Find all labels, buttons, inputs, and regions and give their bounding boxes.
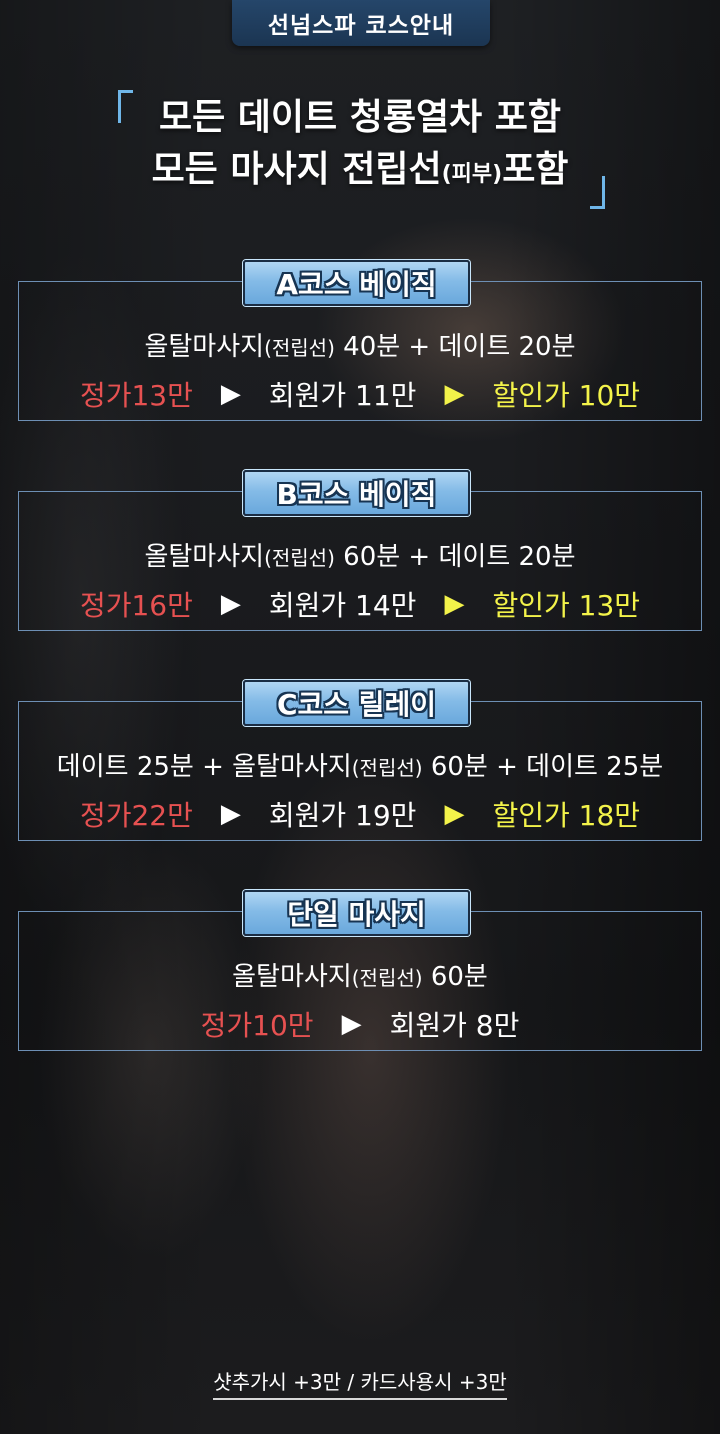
price-row-c: 정가22만 ▶ 회원가 19만 ▶ 할인가 18만 <box>0 794 720 834</box>
member-price: 회원가 8만 <box>389 1009 520 1042</box>
desc-main: 올탈마사지 <box>144 542 265 572</box>
arrow-right-icon: ▶ <box>341 1009 362 1039</box>
regular-price: 정가10만 <box>200 1009 314 1042</box>
discount-price: 할인가 18만 <box>492 799 641 832</box>
arrow-right-icon: ▶ <box>444 589 465 619</box>
course-badge-a: A코스 베이직 <box>243 260 470 306</box>
arrow-right-icon: ▶ <box>220 379 241 409</box>
course-badge-c: C코스 릴레이 <box>243 680 470 726</box>
member-price: 회원가 14만 <box>268 589 417 622</box>
desc-main: 올탈마사지 <box>144 332 265 362</box>
arrow-right-icon: ▶ <box>444 799 465 829</box>
member-price: 회원가 11만 <box>268 379 417 412</box>
price-row-single: 정가10만 ▶ 회원가 8만 <box>0 1004 720 1044</box>
regular-price: 정가13만 <box>79 379 193 412</box>
course-badge-label: A코스 베이직 <box>276 268 437 301</box>
arrow-right-icon: ▶ <box>220 799 241 829</box>
footer-note: 샷추가시 +3만 / 카드사용시 +3만 <box>0 1366 720 1400</box>
price-row-b: 정가16만 ▶ 회원가 14만 ▶ 할인가 13만 <box>0 584 720 624</box>
extra-charge-note: 샷추가시 +3만 / 카드사용시 +3만 <box>213 1370 507 1400</box>
course-badge-single: 단일 마사지 <box>243 890 470 936</box>
headline-line-2-end: 포함 <box>502 149 569 190</box>
headline: 모든 데이트 청룡열차 포함 모든 마사지 전립선(피부)포함 <box>0 92 720 201</box>
course-badge-label: C코스 릴레이 <box>276 688 437 721</box>
desc-tail: 60분 + 데이트 25분 <box>422 752 664 782</box>
headline-line-2: 모든 마사지 전립선(피부)포함 <box>0 144 720 201</box>
course-description-c: 데이트 25분 + 올탈마사지(전립선) 60분 + 데이트 25분 <box>0 746 720 783</box>
headline-line-2-small: (피부) <box>441 162 503 187</box>
course-badge-label: 단일 마사지 <box>287 898 426 931</box>
desc-paren: (전립선) <box>264 546 335 570</box>
course-description-a: 올탈마사지(전립선) 40분 + 데이트 20분 <box>0 326 720 363</box>
course-badge-label: B코스 베이직 <box>276 478 437 511</box>
headline-line-1: 모든 데이트 청룡열차 포함 <box>159 97 561 138</box>
desc-paren: (전립선) <box>264 336 335 360</box>
headline-line-2-main: 모든 마사지 전립선 <box>151 149 442 190</box>
desc-paren: (전립선) <box>351 756 423 780</box>
desc-head: 데이트 25분 + 올탈마사지 <box>56 752 352 782</box>
discount-price: 할인가 10만 <box>492 379 641 412</box>
course-guide-tab: 선넘스파 코스안내 <box>232 0 490 46</box>
course-badge-b: B코스 베이직 <box>243 470 470 516</box>
regular-price: 정가22만 <box>79 799 193 832</box>
tab-label: 선넘스파 코스안내 <box>267 13 455 39</box>
desc-tail: 60분 <box>422 962 488 992</box>
desc-tail: 40분 + 데이트 20분 <box>334 332 576 362</box>
discount-price: 할인가 13만 <box>492 589 641 622</box>
arrow-right-icon: ▶ <box>444 379 465 409</box>
desc-tail: 60분 + 데이트 20분 <box>334 542 576 572</box>
course-description-b: 올탈마사지(전립선) 60분 + 데이트 20분 <box>0 536 720 573</box>
member-price: 회원가 19만 <box>268 799 417 832</box>
arrow-right-icon: ▶ <box>220 589 241 619</box>
regular-price: 정가16만 <box>79 589 193 622</box>
price-row-a: 정가13만 ▶ 회원가 11만 ▶ 할인가 10만 <box>0 374 720 414</box>
course-description-single: 올탈마사지(전립선) 60분 <box>0 956 720 993</box>
desc-main: 올탈마사지 <box>232 962 352 992</box>
desc-paren: (전립선) <box>351 966 423 990</box>
